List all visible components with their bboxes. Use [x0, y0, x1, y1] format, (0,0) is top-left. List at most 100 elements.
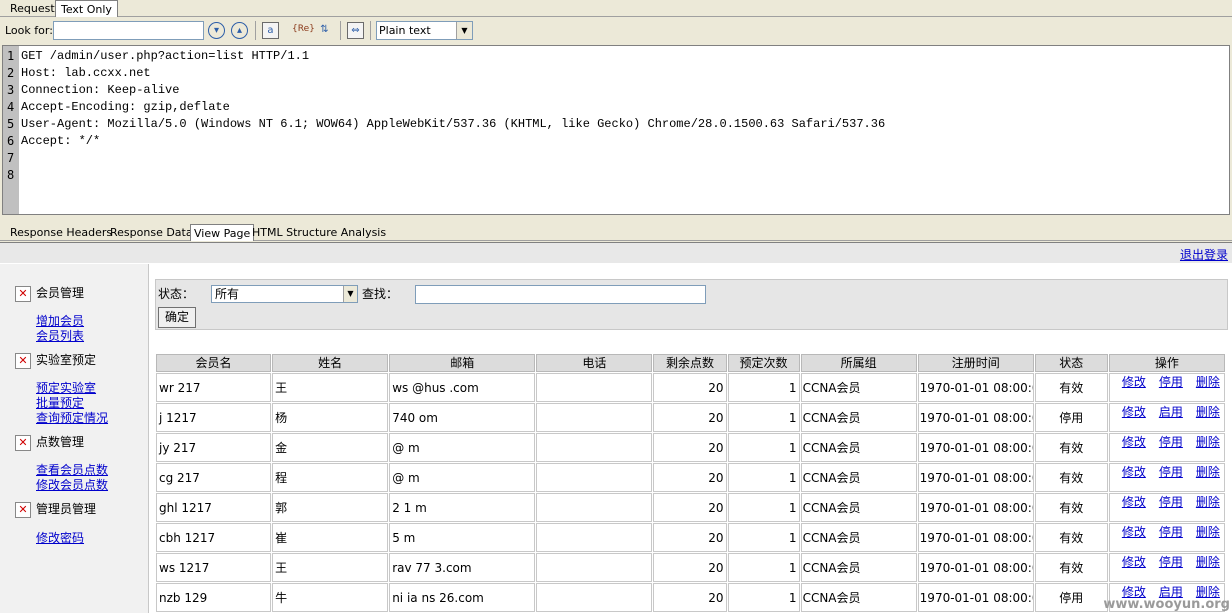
phone-cell	[536, 463, 653, 492]
enable-link[interactable]: 启用	[1159, 405, 1183, 419]
phone-cell	[536, 523, 653, 552]
format-select[interactable]: Plain text ▼	[376, 21, 473, 40]
group-cell: CCNA会员	[800, 583, 917, 612]
nav-link-change-password[interactable]: 修改密码	[36, 529, 84, 546]
email-cell: rav 77 3.com	[389, 553, 536, 582]
table-row: nzb 129 牛 ni ia ns 26.com 20 1 CCNA会员 1970-01-…	[156, 583, 1225, 612]
column-header: 邮箱	[389, 354, 536, 372]
request-line: Accept: */*	[21, 134, 101, 148]
confirm-button[interactable]: 确定	[158, 307, 196, 328]
nav-section-lab: ✕ 实验室预定	[15, 351, 96, 369]
edit-link[interactable]: 修改	[1122, 525, 1146, 539]
edit-link[interactable]: 修改	[1122, 375, 1146, 389]
phone-cell	[536, 403, 653, 432]
edit-link[interactable]: 修改	[1122, 435, 1146, 449]
column-header: 注册时间	[917, 354, 1034, 372]
tab-text-only[interactable]: Text Only	[55, 0, 118, 18]
broken-image-icon: ✕	[15, 501, 31, 518]
nav-section-title: 实验室预定	[36, 353, 97, 367]
request-line: Accept-Encoding: gzip,deflate	[21, 100, 230, 114]
nav-section-points: ✕ 点数管理	[15, 433, 84, 451]
member-name-cell: ws 1217	[156, 553, 272, 582]
delete-link[interactable]: 删除	[1196, 375, 1220, 389]
actions-cell: 修改 停用 删除	[1108, 493, 1225, 522]
email-cell: @ m	[389, 463, 536, 492]
nav-link-member-list[interactable]: 会员列表	[36, 327, 84, 344]
edit-link[interactable]: 修改	[1122, 405, 1146, 419]
real-name-cell: 崔	[272, 523, 389, 552]
look-for-input[interactable]	[53, 21, 204, 40]
tab-response-headers[interactable]: Response Headers	[7, 224, 115, 241]
column-header: 电话	[536, 354, 653, 372]
find-input[interactable]	[415, 285, 706, 304]
disable-link[interactable]: 停用	[1159, 375, 1183, 389]
registered-time-cell: 1970-01-01 08:00:00	[917, 583, 1034, 612]
status-select[interactable]: 所有 ▼	[211, 285, 358, 303]
request-line: User-Agent: Mozilla/5.0 (Windows NT 6.1;…	[21, 117, 886, 131]
reservations-cell: 1	[727, 553, 800, 582]
email-cell: 5 m	[389, 523, 536, 552]
toolbar-divider	[255, 21, 256, 40]
edit-link[interactable]: 修改	[1122, 555, 1146, 569]
tab-request[interactable]: Request	[5, 0, 60, 17]
delete-link[interactable]: 删除	[1196, 465, 1220, 479]
table-row: ws 1217 王 rav 77 3.com 20 1 CCNA会员 1970-01-01 …	[156, 553, 1225, 582]
member-name-cell: cg 217	[156, 463, 272, 492]
request-editor[interactable]: 1 2 3 4 5 6 7 8 GET /admin/user.php?acti…	[2, 45, 1230, 215]
points-cell: 20	[653, 583, 727, 612]
filter-panel: 状态： 所有 ▼ 查找： 确定	[155, 279, 1228, 330]
chevron-down-icon[interactable]: ▼	[343, 286, 357, 302]
find-prev-icon[interactable]: ▴	[231, 22, 248, 39]
disable-link[interactable]: 停用	[1159, 465, 1183, 479]
group-cell: CCNA会员	[800, 493, 917, 522]
match-case-icon[interactable]: a	[262, 22, 279, 39]
logout-link[interactable]: 退出登录	[1180, 246, 1228, 263]
response-tabs: Response Headers Response Data View Page…	[0, 222, 1232, 241]
group-cell: CCNA会员	[800, 433, 917, 462]
disable-link[interactable]: 停用	[1159, 435, 1183, 449]
status-cell: 停用	[1034, 403, 1108, 432]
view-page-panel: 退出登录 ✕ 会员管理 增加会员 会员列表 ✕ 实验室预定 预定实验室 批量预定 查…	[0, 242, 1232, 613]
actions-cell: 修改 停用 删除	[1108, 373, 1225, 402]
status-cell: 有效	[1034, 523, 1108, 552]
delete-link[interactable]: 删除	[1196, 405, 1220, 419]
wrap-icon[interactable]: ⇔	[347, 22, 364, 39]
highlight-icon[interactable]: ⇅	[316, 22, 333, 39]
disable-link[interactable]: 停用	[1159, 495, 1183, 509]
tab-response-data[interactable]: Response Data	[107, 224, 196, 241]
member-name-cell: nzb 129	[156, 583, 272, 612]
line-number: 6	[7, 134, 15, 148]
nav-link-edit-points[interactable]: 修改会员点数	[36, 476, 108, 493]
column-header: 所属组	[800, 354, 917, 372]
points-cell: 20	[653, 373, 727, 402]
chevron-down-icon[interactable]: ▼	[456, 22, 472, 39]
disable-link[interactable]: 停用	[1159, 555, 1183, 569]
table-row: wr 217 王 ws @hus .com 20 1 CCNA会员 1970-01-01 0…	[156, 373, 1225, 402]
table-row: cg 217程 @ m 201CCNA会员1970-01-01 08:00:00有…	[156, 463, 1225, 492]
tab-html-structure[interactable]: HTML Structure Analysis	[249, 224, 389, 241]
real-name-cell: 王	[272, 553, 389, 582]
registered-time-cell: 1970-01-01 08:00:00	[917, 553, 1034, 582]
delete-link[interactable]: 删除	[1196, 435, 1220, 449]
phone-cell	[536, 433, 653, 462]
delete-link[interactable]: 删除	[1196, 525, 1220, 539]
regex-icon[interactable]: {Re}	[292, 22, 315, 39]
nav-section-title: 点数管理	[36, 435, 85, 449]
disable-link[interactable]: 停用	[1159, 525, 1183, 539]
email-cell: ws @hus .com	[389, 373, 536, 402]
nav-section-admins: ✕ 管理员管理	[15, 500, 96, 518]
delete-link[interactable]: 删除	[1196, 495, 1220, 509]
tab-view-page[interactable]: View Page	[190, 224, 255, 241]
edit-link[interactable]: 修改	[1122, 495, 1146, 509]
edit-link[interactable]: 修改	[1122, 465, 1146, 479]
points-cell: 20	[653, 493, 727, 522]
nav-link-query-booking[interactable]: 查询预定情况	[36, 409, 108, 426]
nav-section-title: 管理员管理	[36, 502, 97, 516]
column-header: 姓名	[272, 354, 389, 372]
line-number: 4	[7, 100, 15, 114]
registered-time-cell: 1970-01-01 08:00:00	[917, 523, 1034, 552]
delete-link[interactable]: 删除	[1196, 555, 1220, 569]
admin-sidebar: ✕ 会员管理 增加会员 会员列表 ✕ 实验室预定 预定实验室 批量预定 查询预定情况…	[0, 264, 149, 613]
status-cell: 有效	[1034, 493, 1108, 522]
find-next-icon[interactable]: ▾	[208, 22, 225, 39]
